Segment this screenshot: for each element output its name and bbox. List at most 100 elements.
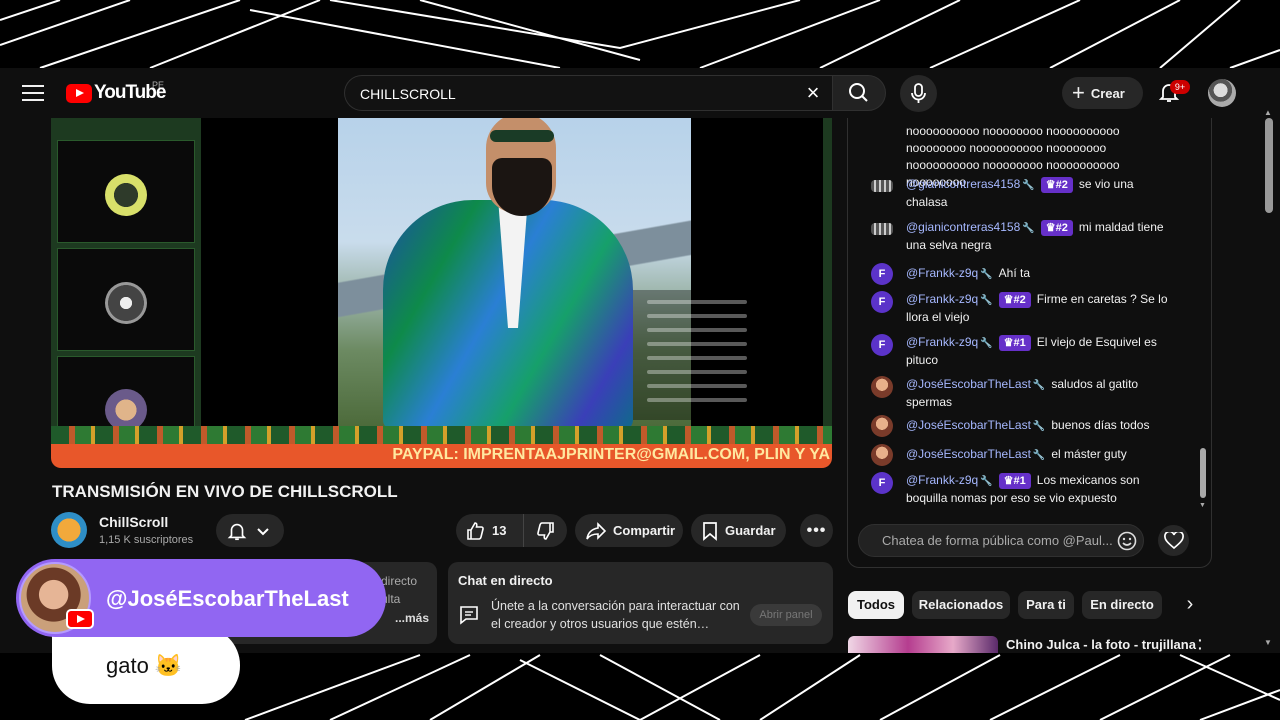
crown-badge: ♛#2 [1040,220,1073,236]
message-text: buenos días todos [1051,418,1150,432]
message-author[interactable]: @gianicontreras4158 [906,220,1020,234]
message-text: Ahí ta [998,266,1031,280]
message-author[interactable]: @Frankk-z9q [906,473,978,487]
show-more-link[interactable]: ...más [395,611,429,625]
search-button[interactable] [832,75,886,111]
plus-icon: + [1072,80,1085,105]
wrench-icon: 🔧 [980,476,993,487]
crown-icon: ♛ [1003,294,1014,306]
participant-tile [57,140,195,243]
highlighted-message-text: gato 🐱 [106,653,183,678]
highlighted-user-pill: @JoséEscobarTheLast [16,559,386,637]
donation-banner: PAYPAL: IMPRENTAAJPRINTER@GMAIL.COM, PLI… [51,444,832,468]
chat-input[interactable]: Chatea de forma pública como @Paul... [858,524,1144,557]
recommended-video-thumbnail[interactable] [848,636,998,653]
clear-search-icon[interactable]: × [802,82,824,104]
live-chat-text: Únete a la conversación para interactuar… [491,599,740,631]
user-avatar[interactable] [871,223,893,235]
user-avatar[interactable] [871,180,893,192]
recommended-video-title[interactable]: Chino Julca - la foto - trujillana [1006,637,1196,652]
chevron-down-icon [257,527,269,535]
banner-text: PAYPAL: IMPRENTAAJPRINTER@GMAIL.COM, PLI… [392,446,830,463]
message-author[interactable]: @gianicontreras4158 [906,177,1020,191]
user-avatar[interactable]: F [871,263,893,285]
live-chat-panel: noooooooooo noooooooo noooooooooo nooooo… [847,118,1212,568]
create-button[interactable]: + Crear [1062,77,1143,109]
wrench-icon: 🔧 [980,269,993,280]
participants-strip [51,118,201,459]
user-avatar[interactable] [871,415,893,437]
share-label: Compartir [613,523,676,538]
chat-scrollbar[interactable] [1200,448,1206,498]
message-author[interactable]: @JoséEscobarTheLast [906,447,1031,461]
chip-relacionados[interactable]: Relacionados [912,591,1010,619]
channel-name[interactable]: ChillScroll [99,514,168,530]
create-label: Crear [1090,85,1125,101]
dislike-button[interactable] [524,514,567,547]
crown-icon: ♛ [1003,337,1014,349]
user-avatar[interactable]: F [871,334,893,356]
subscriber-count: 1,15 K suscriptores [99,534,194,546]
description-line: directo [381,574,418,588]
open-panel-button[interactable]: Abrir panel [750,604,822,626]
like-button[interactable]: 13 [456,514,524,547]
chip-en-directo[interactable]: En directo [1082,591,1162,619]
youtube-logo[interactable]: YouTube [66,82,166,104]
crown-badge: ♛#2 [1040,177,1073,193]
page-scroll-down-icon[interactable]: ▼ [1264,638,1272,647]
wrench-icon: 🔧 [1032,450,1046,461]
more-actions-button[interactable]: ••• [800,514,833,547]
menu-icon[interactable] [22,82,44,104]
user-avatar[interactable] [871,444,893,466]
live-chat-heading: Chat en directo [458,573,553,588]
user-avatar[interactable]: F [871,472,893,494]
youtube-play-icon [66,83,92,103]
scroll-down-arrow-icon[interactable]: ▼ [1199,502,1206,509]
chip-todos[interactable]: Todos [848,591,904,619]
like-count: 13 [492,523,507,538]
message-author[interactable]: @Frankk-z9q [906,266,978,280]
message-author[interactable]: @JoséEscobarTheLast [906,377,1031,391]
search-icon [849,83,868,102]
crown-icon: ♛ [1045,222,1056,234]
stream-chat-overlay [633,290,753,420]
reaction-button[interactable] [1158,525,1189,556]
live-chat-card: Chat en directo Únete a la conversación … [448,562,833,644]
account-avatar[interactable] [1208,79,1236,107]
search-input[interactable]: CHILLSCROLL × [344,75,832,111]
user-avatar[interactable]: F [871,291,893,313]
message-author[interactable]: @Frankk-z9q [906,292,978,306]
search-value: CHILLSCROLL [360,86,456,102]
crown-badge: ♛#1 [998,335,1031,351]
voice-search-button[interactable] [900,75,937,112]
channel-avatar[interactable] [51,512,87,548]
video-player[interactable]: PAYPAL: IMPRENTAAJPRINTER@GMAIL.COM, PLI… [51,118,832,468]
wrench-icon: 🔧 [980,295,993,306]
share-button[interactable]: Compartir [575,514,683,547]
crown-badge: ♛#1 [998,473,1031,489]
wrench-icon: 🔧 [1032,380,1046,391]
save-button[interactable]: Guardar [691,514,786,547]
wrench-icon: 🔧 [1032,421,1046,432]
message-author[interactable]: @Frankk-z9q [906,335,978,349]
crown-icon: ♛ [1045,179,1056,191]
chat-input-placeholder: Chatea de forma pública como @Paul... [882,533,1113,548]
chevron-right-icon[interactable]: › [1178,592,1202,616]
subscription-bell-button[interactable] [216,514,284,547]
recommendation-menu-icon[interactable]: ··· [1198,633,1203,653]
save-label: Guardar [725,523,776,538]
thumbs-down-icon [536,521,554,540]
like-dislike-group: 13 [456,514,567,547]
page-scrollbar[interactable] [1265,118,1273,213]
wrench-icon: 🔧 [980,338,993,349]
video-title: TRANSMISIÓN EN VIVO DE CHILLSCROLL [52,482,398,501]
chip-para-ti[interactable]: Para ti [1018,591,1074,619]
participant-tile [57,248,195,351]
emoji-icon[interactable] [1117,531,1137,551]
notifications-count-badge: 9+ [1170,80,1190,94]
user-avatar[interactable] [871,376,893,398]
message-author[interactable]: @JoséEscobarTheLast [906,418,1031,432]
highlighted-message-bubble: gato 🐱 [52,627,240,704]
youtube-badge-icon [66,609,94,629]
page-scroll-up-icon[interactable]: ▲ [1264,108,1272,117]
